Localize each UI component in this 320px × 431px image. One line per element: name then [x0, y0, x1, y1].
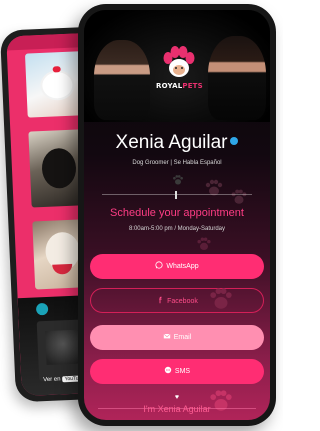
watch-on-text: Ver en — [43, 376, 61, 384]
facebook-button[interactable]: Facebook — [90, 288, 264, 313]
facebook-icon — [159, 296, 162, 304]
mockup-scene: Ver en YouTube ROYALPETS Xenia Aguilar D… — [0, 0, 283, 431]
divider-marker — [175, 191, 177, 199]
schedule-title: Schedule your appointment — [110, 207, 244, 219]
profile-name: Xenia Aguilar — [115, 132, 228, 153]
profile-name-row: Xenia Aguilar — [84, 132, 270, 154]
divider — [102, 194, 252, 195]
gallery-photo-white-dog[interactable] — [24, 51, 86, 118]
footer-text: I'm Xenia Aguilar — [143, 404, 211, 414]
groomer-photo-right — [208, 36, 266, 120]
email-button[interactable]: Email — [90, 325, 264, 350]
dog-shape — [41, 71, 73, 99]
profile-tagline: Dog Groomer | Se Habla Español — [132, 160, 222, 166]
bow-shape — [52, 66, 61, 73]
front-phone: ROYALPETS Xenia Aguilar Dog Groomer | Se… — [78, 4, 276, 426]
paw-decoration-icon — [231, 189, 247, 204]
paw-decoration-icon — [173, 175, 183, 185]
facebook-label: Facebook — [167, 298, 198, 305]
paw-decoration-icon — [210, 288, 232, 309]
verified-icon — [230, 136, 239, 145]
whatsapp-label: WhatsApp — [166, 263, 199, 270]
email-label: Email — [173, 334, 192, 341]
dog-shape — [41, 147, 77, 190]
chat-bubble-icon — [164, 366, 172, 374]
bandana-shape — [52, 263, 73, 275]
groomer-photo-left — [94, 40, 150, 120]
paw-decoration-icon — [205, 179, 223, 196]
profile-screen: ROYALPETS Xenia Aguilar Dog Groomer | Se… — [84, 10, 270, 420]
heart-icon: ♥ — [174, 394, 180, 401]
brand-logo: ROYALPETS — [156, 44, 203, 102]
sms-button[interactable]: SMS — [90, 359, 264, 384]
header-photo: ROYALPETS — [84, 10, 270, 122]
business-hours: 8:00am-5:00 pm / Monday-Saturday — [128, 226, 226, 232]
paw-decoration-icon — [197, 237, 211, 250]
brand-name: ROYALPETS — [156, 82, 203, 90]
whatsapp-button[interactable]: WhatsApp — [90, 254, 264, 279]
whatsapp-icon — [155, 261, 163, 269]
paw-icon — [163, 46, 195, 77]
sms-label: SMS — [174, 368, 191, 375]
envelope-icon — [163, 333, 171, 339]
